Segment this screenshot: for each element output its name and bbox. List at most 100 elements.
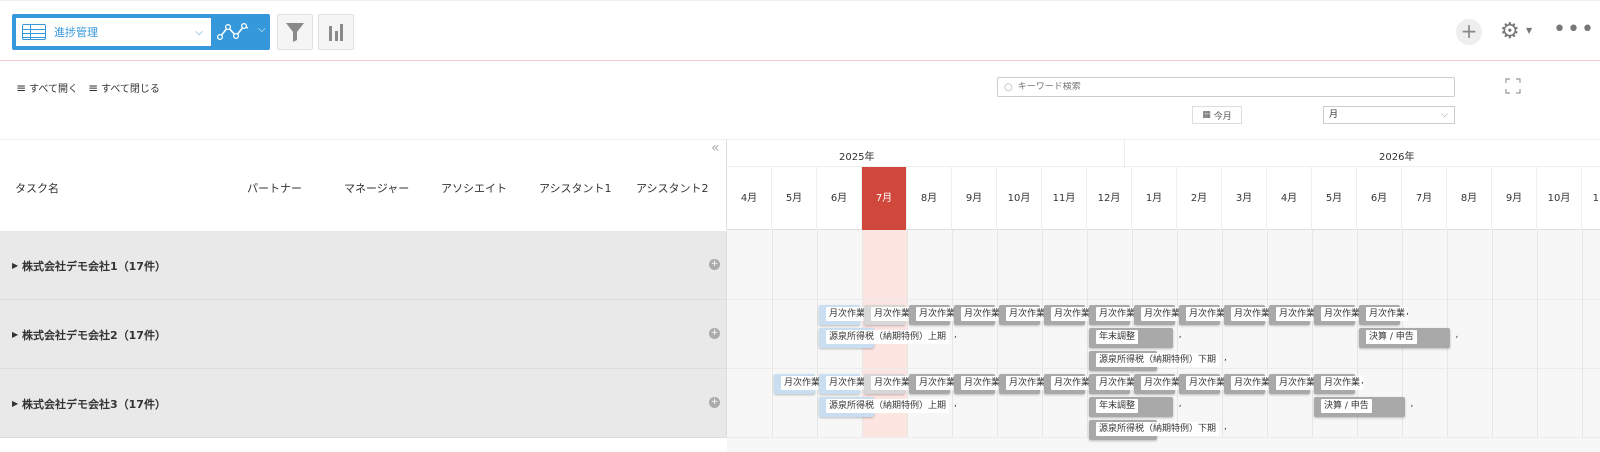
keyword-search[interactable]: ○ [997,77,1455,97]
expand-triangle-icon[interactable]: ▶ [12,330,18,339]
month-column-header: 11月 [1042,167,1087,230]
expand-triangle-icon[interactable]: ▶ [12,261,18,270]
column-header-assistant1[interactable]: アシスタント1 [539,180,612,196]
task-bar[interactable]: 源泉所得税（納期特例）下期, [1089,420,1227,440]
chevron-down-icon[interactable]: ▼ [1526,26,1532,35]
task-bar-label: 年末調整 [1096,330,1139,344]
view-name-dropdown[interactable]: 進捗管理 ⌵ [16,18,211,46]
task-bar[interactable]: 月次作業 [819,305,869,325]
task-bar[interactable]: 年末調整, [1089,328,1182,348]
collapse-panel-icon[interactable]: « [711,140,720,156]
task-bar[interactable]: 月次作業 [774,374,824,394]
task-bar[interactable]: 源泉所得税（納期特例）下期, [1089,351,1227,371]
task-bar[interactable]: 月次作業 [1314,305,1364,325]
task-bar[interactable]: 決算 / 申告, [1359,328,1458,348]
fullscreen-icon[interactable] [1505,78,1521,94]
separator-text: , [954,399,957,409]
add-task-icon[interactable]: + [709,397,720,408]
task-bar[interactable]: 年末調整, [1089,397,1182,417]
task-bar[interactable]: 月次作業 [999,305,1049,325]
task-bar[interactable]: 月次作業 [954,305,1004,325]
search-icon: ○ [1004,81,1013,93]
task-bar[interactable]: 月次作業 [954,374,1004,394]
more-options-icon[interactable]: ••• [1553,17,1595,42]
task-bar[interactable]: 月次作業, [1314,374,1364,394]
task-bar[interactable]: 月次作業 [1224,305,1274,325]
chevron-down-icon[interactable]: ⌵ [258,24,266,35]
task-bar[interactable]: 月次作業, [1359,305,1409,325]
task-bar-label: 月次作業 [1186,376,1229,390]
add-task-icon[interactable]: + [709,328,720,339]
task-bar[interactable]: 月次作業 [864,305,914,325]
task-bar[interactable]: 月次作業 [1269,374,1319,394]
task-bar-label: 月次作業 [916,307,959,321]
task-bar-label: 月次作業 [871,376,914,390]
list-icon: ≡ [16,81,27,95]
column-header-manager[interactable]: マネージャー [344,180,409,196]
view-selector[interactable]: 進捗管理 ⌵ ⌵ [12,14,270,50]
task-bar[interactable]: 月次作業 [1044,305,1094,325]
task-bar[interactable]: 月次作業 [1089,374,1139,394]
month-column-header: 7月 [862,167,907,230]
task-bar[interactable]: 月次作業 [1089,305,1139,325]
task-bar[interactable]: 月次作業 [1179,374,1229,394]
month-column-header: 8月 [1447,167,1492,230]
scale-select[interactable]: 月 ⌵ [1323,106,1455,124]
group-name: 株式会社デモ会社2（17件） [22,329,166,342]
month-header: 4月 5月 6月 7月 8月 9月 10月 11月 12月 1月 2月 3月 4月 5月 6月 7月 8月 9月 1… [727,167,1600,230]
month-column-header: 9月 [952,167,997,230]
task-bar[interactable]: 月次作業 [999,374,1049,394]
task-bar[interactable]: 月次作業 [819,374,869,394]
task-bar[interactable]: 月次作業 [909,374,959,394]
gear-icon[interactable]: ⚙ [1500,19,1520,45]
group-row[interactable]: ▶ 株式会社デモ会社1（17件） + [0,231,727,300]
group-row[interactable]: ▶ 株式会社デモ会社3（17件） + [0,369,727,438]
group-row[interactable]: ▶ 株式会社デモ会社2（17件） + [0,300,727,369]
grid-line [997,230,998,437]
task-bar[interactable]: 月次作業 [1179,305,1229,325]
task-bar[interactable]: 決算 / 申告, [1314,397,1413,417]
expand-all-link[interactable]: ≡ すべて開く [16,80,78,95]
task-bar[interactable]: 源泉所得税（納期特例）上期, [819,328,957,348]
column-header-partner[interactable]: パートナー [247,180,302,196]
column-header-task[interactable]: タスク名 [15,180,59,196]
task-bar[interactable]: 月次作業 [1224,374,1274,394]
expand-triangle-icon[interactable]: ▶ [12,399,18,408]
task-bar[interactable]: 月次作業 [1044,374,1094,394]
this-month-button[interactable]: ▦ 今月 [1192,106,1242,124]
add-record-button[interactable]: + [1456,19,1482,45]
month-column-header: 1月 [1132,167,1177,230]
task-bar-label: 月次作業 [1231,376,1274,390]
task-bar-label: 月次作業 [1321,307,1364,321]
task-bar-label: 月次作業 [1141,307,1184,321]
search-input[interactable] [1017,82,1418,92]
task-bar-label: 月次作業 [1006,376,1049,390]
task-bar-label: 月次作業 [1096,307,1139,321]
task-bar[interactable]: 月次作業 [1134,374,1184,394]
list-icon: ≡ [87,81,99,95]
task-bar-label: 月次作業 [1276,376,1319,390]
graph-view-icon[interactable] [217,22,251,42]
task-bar[interactable]: 月次作業 [1134,305,1184,325]
graph-button[interactable] [318,14,354,50]
month-column-header: 3月 [1222,167,1267,230]
month-column-header: 2月 [1177,167,1222,230]
row-separator [727,299,1600,300]
expand-controls: ≡ すべて開く ≡ すべて閉じる [16,80,160,95]
month-column-header: 12月 [1087,167,1132,230]
separator-text: , [1224,353,1227,363]
task-bar[interactable]: 月次作業 [909,305,959,325]
separator-text: , [1224,422,1227,432]
year-label: 2025年 [839,152,875,163]
collapse-all-link[interactable]: ≡ すべて閉じる [88,80,160,95]
grid-line [817,230,818,437]
grid-line [1222,230,1223,437]
task-bar-label: 源泉所得税（納期特例）上期 [826,330,950,344]
task-bar[interactable]: 月次作業 [864,374,914,394]
add-task-icon[interactable]: + [709,259,720,270]
task-bar[interactable]: 月次作業 [1269,305,1319,325]
column-header-associate[interactable]: アソシエイト [441,180,507,196]
task-bar[interactable]: 源泉所得税（納期特例）上期, [819,397,957,417]
column-header-assistant2[interactable]: アシスタント2 [636,180,709,196]
filter-button[interactable] [277,14,313,50]
